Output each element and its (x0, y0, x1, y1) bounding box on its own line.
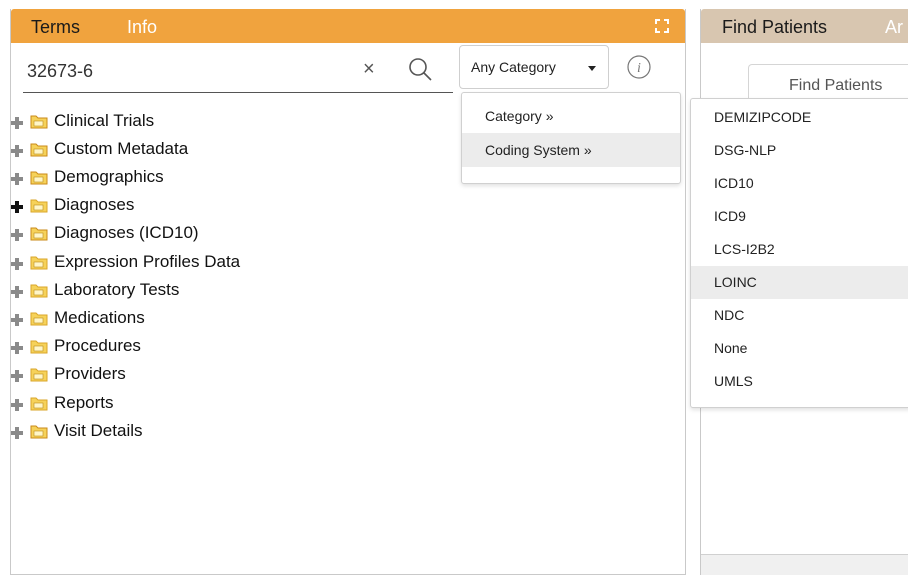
tree-item-label: Diagnoses (ICD10) (54, 223, 199, 242)
bottom-bar (701, 554, 908, 575)
menu-item-coding-system[interactable]: Coding System » (462, 133, 680, 167)
tree-item-label: Providers (54, 364, 126, 383)
tree-item-label: Reports (54, 393, 114, 412)
coding-system-menu: DEMIZIPCODE DSG-NLP ICD10 ICD9 LCS-I2B2 LOINC… (690, 98, 908, 408)
coding-system-item[interactable]: ICD10 (691, 167, 908, 200)
coding-system-item[interactable]: None (691, 332, 908, 365)
folder-icon (30, 115, 48, 129)
tree-item-label: Procedures (54, 336, 141, 355)
coding-system-item[interactable]: DSG-NLP (691, 134, 908, 167)
any-category-label: Any Category (471, 59, 556, 75)
folder-icon (30, 368, 48, 382)
category-menu: Category » Coding System » (461, 92, 681, 184)
terms-panel-header: Terms Info (11, 9, 685, 43)
tree-item-label: Visit Details (54, 421, 143, 440)
tree-item-label: Laboratory Tests (54, 280, 180, 299)
clear-icon[interactable]: × (363, 58, 375, 81)
coding-system-item[interactable]: LOINC (691, 266, 908, 299)
any-category-dropdown[interactable]: Any Category (459, 45, 609, 89)
folder-icon (30, 284, 48, 298)
tree-item-label: Medications (54, 308, 145, 327)
search-input[interactable] (25, 60, 329, 83)
tree-item-label: Clinical Trials (54, 111, 155, 130)
tree-item-label: Demographics (54, 167, 164, 186)
tab-info[interactable]: Info (127, 17, 157, 38)
folder-icon (30, 199, 48, 213)
menu-item-category[interactable]: Category » (462, 99, 680, 133)
tree-item-label: Custom Metadata (54, 139, 189, 158)
expand-plus-icon[interactable] (10, 144, 24, 158)
tab-partial[interactable]: Ar (885, 17, 903, 38)
folder-icon (30, 143, 48, 157)
caret-down-icon (588, 66, 596, 71)
coding-system-item[interactable]: LCS-I2B2 (691, 233, 908, 266)
svg-text:i: i (637, 61, 641, 76)
folder-icon (30, 312, 48, 326)
tab-find-patients[interactable]: Find Patients (722, 17, 827, 38)
tree-item-label: Expression Profiles Data (54, 252, 241, 271)
folder-icon (30, 171, 48, 185)
expand-icon[interactable] (655, 19, 669, 33)
coding-system-item[interactable]: DEMIZIPCODE (691, 101, 908, 134)
expand-plus-icon[interactable] (10, 200, 24, 214)
coding-system-item[interactable]: ICD9 (691, 200, 908, 233)
info-icon[interactable]: i (627, 55, 651, 79)
expand-plus-icon[interactable] (10, 285, 24, 299)
expand-plus-icon[interactable] (10, 369, 24, 383)
tab-terms[interactable]: Terms (31, 17, 80, 38)
folder-icon (30, 397, 48, 411)
find-patients-header: Find Patients Ar (701, 9, 908, 43)
expand-plus-icon[interactable] (10, 313, 24, 327)
expand-plus-icon[interactable] (10, 398, 24, 412)
find-patients-subtab-label: Find Patients (789, 77, 883, 94)
search-icon[interactable] (407, 56, 433, 82)
coding-system-item[interactable]: NDC (691, 299, 908, 332)
tree-item-label: Diagnoses (54, 195, 135, 214)
expand-plus-icon[interactable] (10, 172, 24, 186)
search-bar: × (23, 52, 453, 93)
coding-system-item[interactable]: UMLS (691, 365, 908, 398)
expand-plus-icon[interactable] (10, 228, 24, 242)
expand-plus-icon[interactable] (10, 341, 24, 355)
expand-plus-icon[interactable] (10, 426, 24, 440)
folder-icon (30, 425, 48, 439)
folder-icon (30, 340, 48, 354)
expand-plus-icon[interactable] (10, 116, 24, 130)
expand-plus-icon[interactable] (10, 257, 24, 271)
folder-icon (30, 227, 48, 241)
folder-icon (30, 256, 48, 270)
